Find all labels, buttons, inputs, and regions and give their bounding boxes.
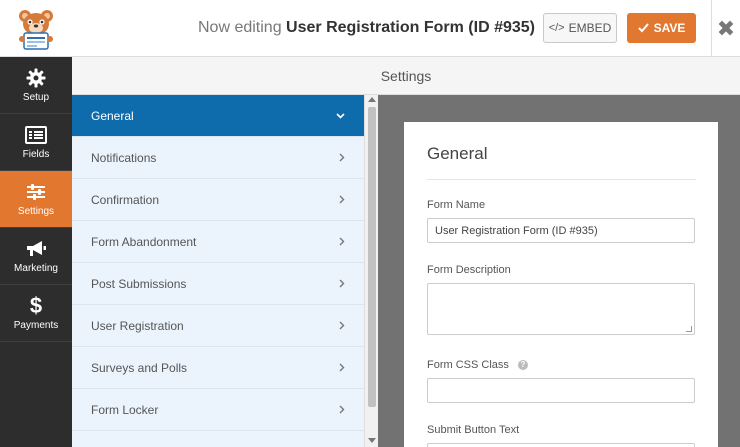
sidebar-item-label: Settings: [17, 206, 55, 217]
close-button[interactable]: ✖: [711, 0, 740, 57]
section-label: General: [91, 108, 134, 123]
editing-prefix: Now editing: [197, 19, 282, 36]
submit-button-text-input[interactable]: 注册: [427, 443, 695, 447]
settings-list-scrollbar[interactable]: [364, 95, 378, 447]
section-label: Confirmation: [91, 192, 160, 207]
list-icon: [25, 124, 47, 146]
section-label: Form Abandonment: [91, 234, 197, 249]
embed-label: EMBED: [568, 21, 612, 35]
close-icon: ✖: [716, 15, 736, 41]
form-name-label-text: Form Name: [427, 199, 486, 211]
section-label: Form Locker: [91, 402, 159, 417]
sidebar-item-settings[interactable]: Settings: [0, 171, 72, 228]
settings-section-user-registration[interactable]: User Registration: [72, 305, 364, 347]
chevron-right-icon: [339, 237, 345, 246]
section-label: User Registration: [91, 318, 184, 333]
editing-title: Now editing User Registration Form (ID #…: [198, 19, 535, 37]
general-settings-card: General Form Name User Registration Form…: [404, 122, 718, 447]
settings-sections-list: General Notifications Confirmation Form …: [72, 95, 364, 447]
scroll-up-arrow-icon[interactable]: [368, 97, 376, 102]
form-name-label: Form Name: [427, 199, 696, 211]
builder-sidebar: Setup Fields Settings Marketing $ Paymen…: [0, 57, 72, 447]
sidebar-item-setup[interactable]: Setup: [0, 57, 72, 114]
submit-button-text-label: Submit Button Text: [427, 424, 696, 436]
form-description-label: Form Description: [427, 264, 696, 276]
sliders-icon: [26, 181, 46, 203]
submit-button-text-label-text: Submit Button Text: [427, 424, 520, 436]
bear-mascot-icon: [19, 9, 53, 50]
settings-section-general[interactable]: General: [72, 95, 364, 137]
form-css-class-label: Form CSS Class ?: [427, 359, 696, 371]
form-description-label-text: Form Description: [427, 264, 511, 276]
form-name-input[interactable]: User Registration Form (ID #935): [427, 218, 695, 243]
sidebar-item-label: Setup: [22, 92, 50, 103]
form-css-class-input[interactable]: [427, 378, 695, 403]
form-name-value: User Registration Form (ID #935): [435, 224, 598, 237]
scrollbar-thumb[interactable]: [368, 107, 376, 407]
chevron-right-icon: [339, 279, 345, 288]
section-label: Surveys and Polls: [91, 360, 188, 375]
checkmark-icon: [637, 23, 649, 33]
help-icon[interactable]: ?: [517, 360, 528, 370]
resize-handle-icon[interactable]: [686, 326, 692, 332]
megaphone-icon: [25, 238, 47, 260]
form-description-textarea[interactable]: [427, 283, 695, 335]
code-icon: </>: [548, 22, 565, 34]
settings-section-form-locker[interactable]: Form Locker: [72, 389, 364, 431]
sidebar-item-label: Payments: [13, 320, 59, 331]
scroll-down-arrow-icon[interactable]: [368, 438, 376, 443]
settings-section-post-submissions[interactable]: Post Submissions: [72, 263, 364, 305]
settings-section-notifications[interactable]: Notifications: [72, 137, 364, 179]
sidebar-item-fields[interactable]: Fields: [0, 114, 72, 171]
sidebar-item-label: Marketing: [14, 263, 58, 274]
sidebar-item-marketing[interactable]: Marketing: [0, 228, 72, 285]
wpforms-logo: [0, 0, 72, 57]
save-button[interactable]: SAVE: [627, 13, 696, 43]
gear-icon: [26, 67, 46, 89]
section-label: Notifications: [91, 150, 157, 165]
form-title: User Registration Form (ID #935): [286, 19, 535, 36]
panel-title: Settings: [72, 57, 740, 95]
chevron-right-icon: [339, 363, 345, 372]
form-css-class-label-text: Form CSS Class: [427, 359, 509, 371]
dollar-icon: $: [29, 293, 43, 318]
settings-section-confirmation[interactable]: Confirmation: [72, 179, 364, 221]
chevron-down-icon: [336, 112, 345, 119]
settings-section-surveys-and-polls[interactable]: Surveys and Polls: [72, 347, 364, 389]
chevron-right-icon: [339, 405, 345, 414]
chevron-right-icon: [339, 321, 345, 330]
chevron-right-icon: [339, 195, 345, 204]
save-label: SAVE: [653, 21, 686, 35]
embed-button[interactable]: </> EMBED: [543, 13, 617, 43]
settings-section-form-abandonment[interactable]: Form Abandonment: [72, 221, 364, 263]
sidebar-item-payments[interactable]: $ Payments: [0, 285, 72, 342]
top-header: Now editing User Registration Form (ID #…: [0, 0, 740, 57]
chevron-right-icon: [339, 153, 345, 162]
sidebar-item-label: Fields: [22, 149, 50, 160]
card-title: General: [427, 144, 696, 180]
section-label: Post Submissions: [91, 276, 187, 291]
